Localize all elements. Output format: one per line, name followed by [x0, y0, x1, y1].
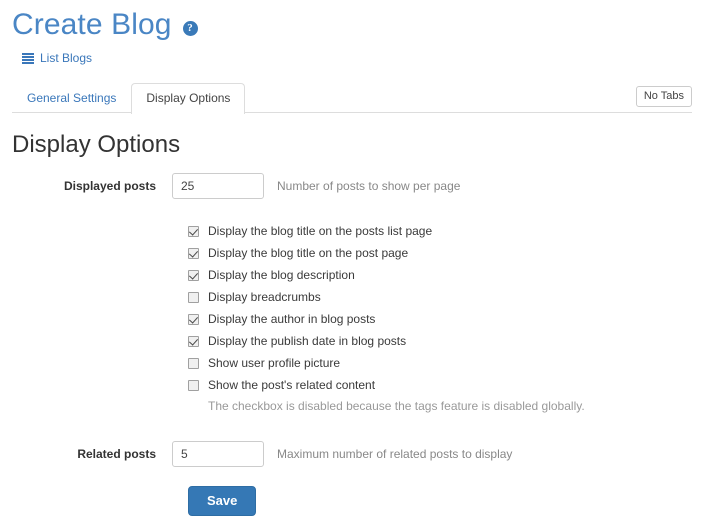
checkbox-publish-date[interactable] — [188, 336, 199, 347]
checkbox-label: Display the blog description — [208, 268, 355, 282]
checkbox-label: Show the post's related content — [208, 378, 375, 392]
related-posts-input[interactable] — [172, 441, 264, 467]
checkbox-related-content — [188, 380, 199, 391]
checkbox-blog-title-post-page[interactable] — [188, 248, 199, 259]
checkbox-breadcrumbs[interactable] — [188, 292, 199, 303]
displayed-posts-help: Number of posts to show per page — [277, 179, 460, 193]
checkbox-blog-description[interactable] — [188, 270, 199, 281]
page-header: Create Blog ? — [0, 0, 715, 42]
list-blogs-link[interactable]: List Blogs — [22, 51, 92, 65]
tab-general-settings[interactable]: General Settings — [12, 83, 131, 114]
list-icon — [22, 53, 34, 64]
create-blog-page: Create Blog ? List Blogs General Setting… — [0, 0, 715, 503]
page-title: Create Blog — [12, 8, 172, 42]
checkbox-label: Display the author in blog posts — [208, 312, 375, 326]
tab-display-options[interactable]: Display Options — [131, 83, 245, 114]
display-options-checkbox-list: Display the blog title on the posts list… — [0, 220, 715, 414]
displayed-posts-label: Displayed posts — [0, 179, 172, 193]
checkbox-user-profile-picture[interactable] — [188, 358, 199, 369]
action-links-bar: List Blogs — [0, 42, 715, 65]
checkbox-row-related-content: Show the post's related content — [188, 374, 715, 396]
save-button[interactable]: Save — [188, 486, 256, 516]
checkbox-label: Show user profile picture — [208, 356, 340, 370]
checkbox-label: Display the blog title on the posts list… — [208, 224, 432, 238]
section-heading: Display Options — [0, 113, 715, 159]
checkbox-label: Display the blog title on the post page — [208, 246, 408, 260]
list-blogs-label: List Blogs — [40, 51, 92, 65]
checkbox-row-blog-title-post-page[interactable]: Display the blog title on the post page — [188, 242, 715, 264]
displayed-posts-input[interactable] — [172, 173, 264, 199]
tab-bar: General Settings Display Options No Tabs — [0, 82, 715, 113]
form-actions: Save — [0, 486, 715, 516]
checkbox-author[interactable] — [188, 314, 199, 325]
tab-strip: General Settings Display Options — [12, 82, 715, 113]
question-mark-circle-icon[interactable]: ? — [183, 21, 198, 36]
checkbox-label: Display the publish date in blog posts — [208, 334, 406, 348]
related-posts-row: Related posts Maximum number of related … — [0, 441, 715, 467]
checkbox-row-blog-title-list-page[interactable]: Display the blog title on the posts list… — [188, 220, 715, 242]
checkbox-row-user-profile-picture[interactable]: Show user profile picture — [188, 352, 715, 374]
checkbox-row-blog-description[interactable]: Display the blog description — [188, 264, 715, 286]
related-posts-label: Related posts — [0, 447, 172, 461]
no-tabs-button[interactable]: No Tabs — [636, 86, 692, 107]
display-options-form: Displayed posts Number of posts to show … — [0, 159, 715, 516]
checkbox-row-author[interactable]: Display the author in blog posts — [188, 308, 715, 330]
related-posts-help: Maximum number of related posts to displ… — [277, 447, 512, 461]
checkbox-blog-title-list-page[interactable] — [188, 226, 199, 237]
checkbox-disabled-note: The checkbox is disabled because the tag… — [188, 396, 715, 414]
checkbox-row-publish-date[interactable]: Display the publish date in blog posts — [188, 330, 715, 352]
displayed-posts-row: Displayed posts Number of posts to show … — [0, 173, 715, 199]
checkbox-label: Display breadcrumbs — [208, 290, 321, 304]
checkbox-row-breadcrumbs[interactable]: Display breadcrumbs — [188, 286, 715, 308]
